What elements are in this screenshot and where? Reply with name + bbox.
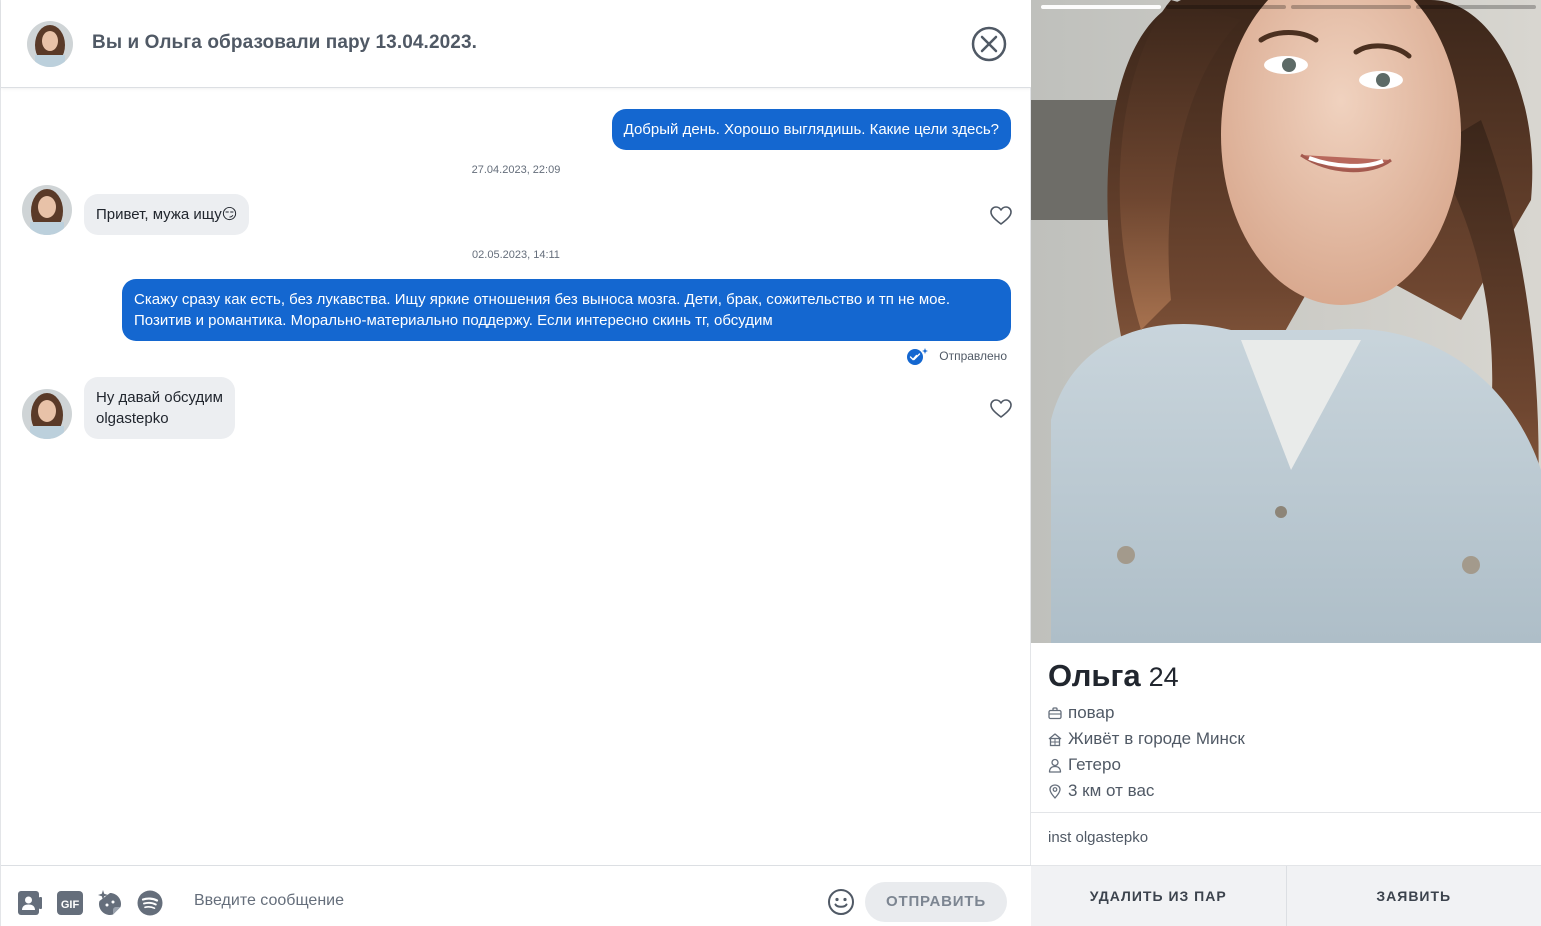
person-icon xyxy=(1048,758,1062,773)
gif-label: GIF xyxy=(61,899,80,911)
divider xyxy=(1031,812,1541,813)
message-line: Ну давай обсудим xyxy=(96,389,223,406)
profile-age: 24 xyxy=(1148,662,1179,692)
spotify-button[interactable] xyxy=(136,889,164,917)
chat-panel: Вы и Ольга образовали пару 13.04.2023. Д… xyxy=(0,0,1031,926)
incoming-message[interactable]: Ну давай обсудим olgastepko xyxy=(84,377,235,439)
message-input[interactable] xyxy=(194,879,804,923)
profile-panel: Ольга 24 повар Живёт в городе Минск Гете… xyxy=(1031,0,1541,926)
close-button[interactable] xyxy=(971,26,1007,62)
sent-status-label: Отправлено xyxy=(939,349,1007,363)
remove-match-button[interactable]: УДАЛИТЬ ИЗ ПАР xyxy=(1031,866,1286,926)
app-root: Вы и Ольга образовали пару 13.04.2023. Д… xyxy=(0,0,1541,926)
profile-job: повар xyxy=(1048,703,1114,723)
message-timestamp: 02.05.2023, 14:11 xyxy=(472,249,560,261)
profile-orientation-label: Гетеро xyxy=(1068,755,1121,774)
photo-indicator[interactable] xyxy=(1291,5,1411,9)
chat-header: Вы и Ольга образовали пару 13.04.2023. xyxy=(1,0,1031,88)
photo-indicator[interactable] xyxy=(1041,5,1161,9)
photo-indicator[interactable] xyxy=(1416,5,1536,9)
contact-card-button[interactable] xyxy=(16,889,44,917)
like-button[interactable] xyxy=(990,206,1012,226)
photo-pagination xyxy=(1041,5,1536,9)
profile-city-label: Живёт в городе Минск xyxy=(1068,729,1245,748)
smiley-icon xyxy=(828,889,854,915)
profile-bio: inst olgastepko xyxy=(1048,829,1149,846)
profile-photo[interactable] xyxy=(1031,0,1541,643)
page-title: Вы и Ольга образовали пару 13.04.2023. xyxy=(92,32,477,53)
briefcase-icon xyxy=(1048,706,1062,719)
profile-photo-image xyxy=(1031,0,1541,643)
sent-status: Отправлено xyxy=(905,347,1007,365)
like-button[interactable] xyxy=(990,399,1012,419)
message-line: Позитив и романтика. Морально-материальн… xyxy=(134,312,773,329)
report-button[interactable]: ЗАЯВИТЬ xyxy=(1285,866,1541,926)
close-icon xyxy=(971,26,1007,62)
contact-card-icon xyxy=(18,891,42,915)
sent-check-icon xyxy=(907,348,929,365)
message-list[interactable]: Добрый день. Хорошо выглядишь. Какие цел… xyxy=(1,89,1031,865)
profile-orientation: Гетеро xyxy=(1048,755,1121,775)
profile-name: Ольга xyxy=(1048,658,1141,693)
profile-distance-label: 3 км от вас xyxy=(1068,781,1155,800)
message-line: Скажу сразу как есть, без лукавства. Ищу… xyxy=(134,291,951,308)
location-pin-icon xyxy=(1049,783,1061,799)
emoji-button[interactable] xyxy=(827,888,855,916)
avatar[interactable] xyxy=(22,185,72,235)
profile-actions: УДАЛИТЬ ИЗ ПАР ЗАЯВИТЬ xyxy=(1031,865,1541,926)
home-icon xyxy=(1048,732,1062,746)
gif-button[interactable]: GIF xyxy=(56,889,84,917)
send-button[interactable]: ОТПРАВИТЬ xyxy=(865,882,1007,922)
outgoing-message[interactable]: Скажу сразу как есть, без лукавства. Ищу… xyxy=(122,279,1011,341)
heart-icon xyxy=(990,399,1012,418)
profile-name-row: Ольга 24 xyxy=(1048,658,1179,694)
profile-distance: 3 км от вас xyxy=(1048,781,1154,801)
outgoing-message[interactable]: Добрый день. Хорошо выглядишь. Какие цел… xyxy=(611,109,1011,150)
gif-icon: GIF xyxy=(57,891,83,915)
avatar[interactable] xyxy=(22,389,72,439)
sticker-sparkle-icon xyxy=(98,890,121,915)
message-timestamp: 27.04.2023, 22:09 xyxy=(471,164,561,176)
spotify-icon xyxy=(137,890,163,916)
avatar[interactable] xyxy=(27,21,73,67)
message-line: olgastepko xyxy=(96,410,169,427)
heart-icon xyxy=(990,206,1012,225)
sticker-button[interactable] xyxy=(96,889,124,917)
profile-city: Живёт в городе Минск xyxy=(1048,729,1245,749)
incoming-message[interactable]: Привет, мужа ищу😏 xyxy=(84,194,250,235)
photo-indicator[interactable] xyxy=(1166,5,1286,9)
profile-job-label: повар xyxy=(1068,703,1115,722)
